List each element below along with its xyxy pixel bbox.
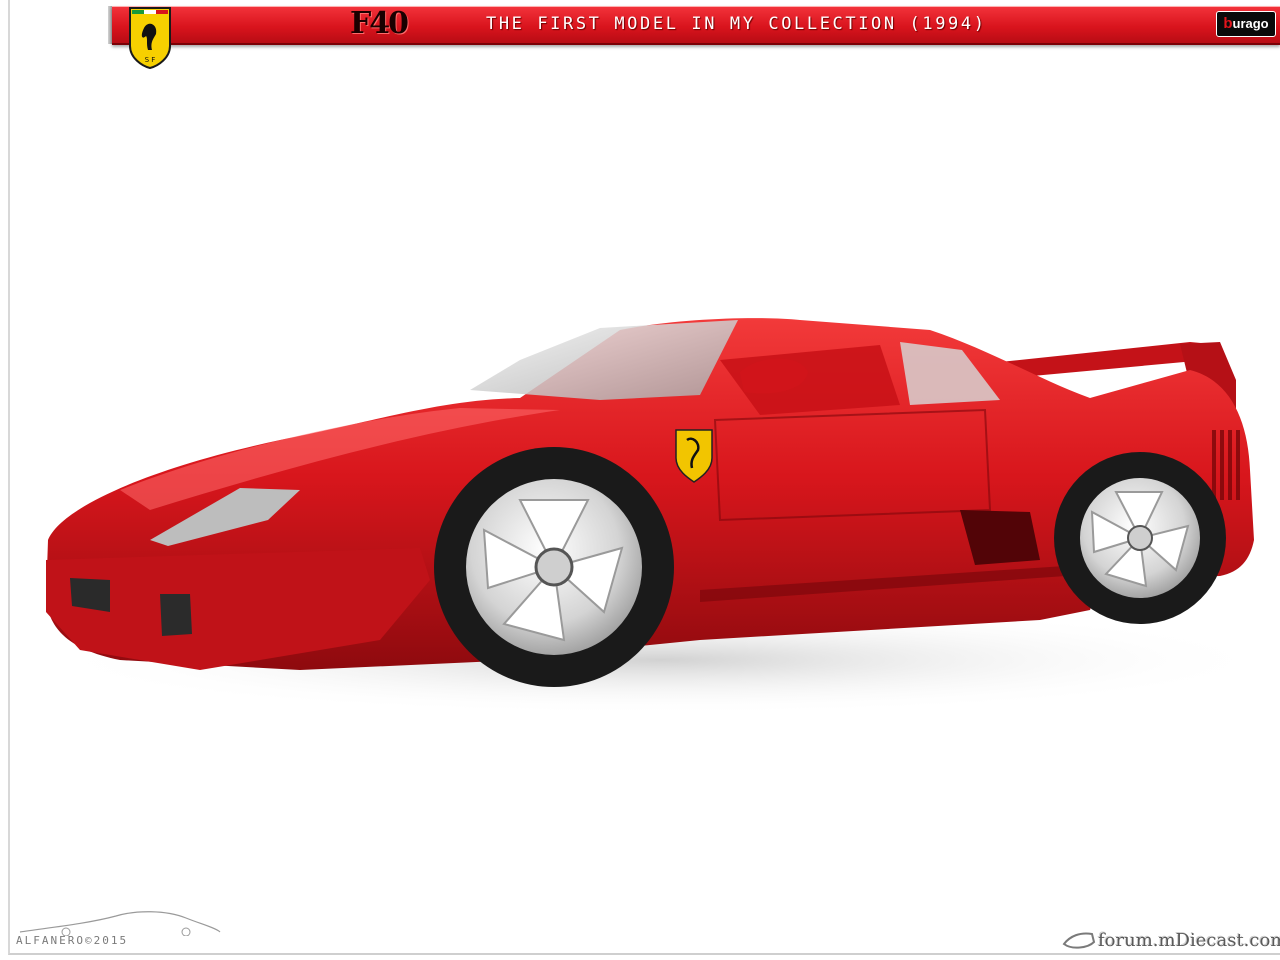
ferrari-shield-icon: S F xyxy=(129,7,171,70)
forum-watermark: forum.mDiecast.com xyxy=(1062,924,1280,954)
f40-logo: F40 xyxy=(350,6,409,41)
rear-wheel xyxy=(1054,452,1226,624)
brand-initial: b xyxy=(1223,15,1233,32)
brand-text: burago xyxy=(1217,15,1275,33)
car-silhouette-icon xyxy=(1062,932,1096,949)
rear-wing xyxy=(1000,342,1212,378)
watermark-text: forum.mDiecast.com xyxy=(1098,930,1280,951)
brand-rest: urago xyxy=(1232,16,1269,31)
banner-title: THE FIRST MODEL IN MY COLLECTION (1994) xyxy=(486,14,987,34)
windshield xyxy=(470,320,738,400)
car-outline-icon xyxy=(19,911,221,937)
signature-text: ALFANERO©2015 xyxy=(16,934,129,947)
front-wheel xyxy=(434,447,674,687)
svg-text:S F: S F xyxy=(145,56,156,64)
author-signature: ALFANERO©2015 xyxy=(16,906,222,952)
burago-logo: burago xyxy=(1216,11,1276,37)
fog-lamp xyxy=(160,594,192,636)
car-photo xyxy=(40,318,1280,715)
